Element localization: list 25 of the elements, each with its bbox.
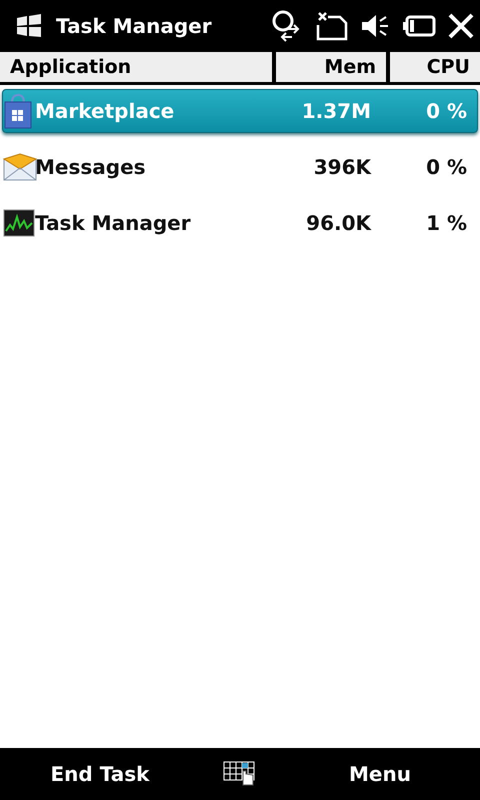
activity-monitor-icon	[3, 209, 35, 237]
end-task-button[interactable]: End Task	[42, 758, 158, 790]
close-icon[interactable]	[448, 13, 474, 39]
menu-button[interactable]: Menu	[341, 758, 419, 790]
app-name: Task Manager	[35, 211, 192, 235]
process-row[interactable]: Messages 396K 0 %	[2, 145, 478, 189]
shopping-bag-icon	[3, 93, 33, 129]
envelope-icon	[3, 153, 37, 181]
process-row[interactable]: Task Manager 96.0K 1 %	[2, 201, 478, 245]
windows-flag-icon[interactable]	[16, 14, 42, 38]
memory-value: 1.37M	[300, 99, 371, 123]
cpu-value: 0 %	[425, 99, 467, 123]
app-name: Messages	[35, 155, 147, 179]
column-header[interactable]: CPU	[390, 52, 480, 82]
no-sim-icon[interactable]	[316, 11, 348, 41]
memory-value: 396K	[312, 155, 371, 179]
column-header[interactable]: Mem	[276, 52, 386, 82]
memory-value: 96.0K	[305, 211, 371, 235]
cpu-value: 0 %	[425, 155, 467, 179]
battery-icon[interactable]	[402, 15, 436, 37]
cpu-value: 1 %	[425, 211, 467, 235]
app-name: Marketplace	[35, 99, 176, 123]
window-title: Task Manager	[56, 14, 213, 38]
keyboard-icon[interactable]	[223, 761, 257, 787]
column-header[interactable]: Application	[0, 52, 272, 82]
